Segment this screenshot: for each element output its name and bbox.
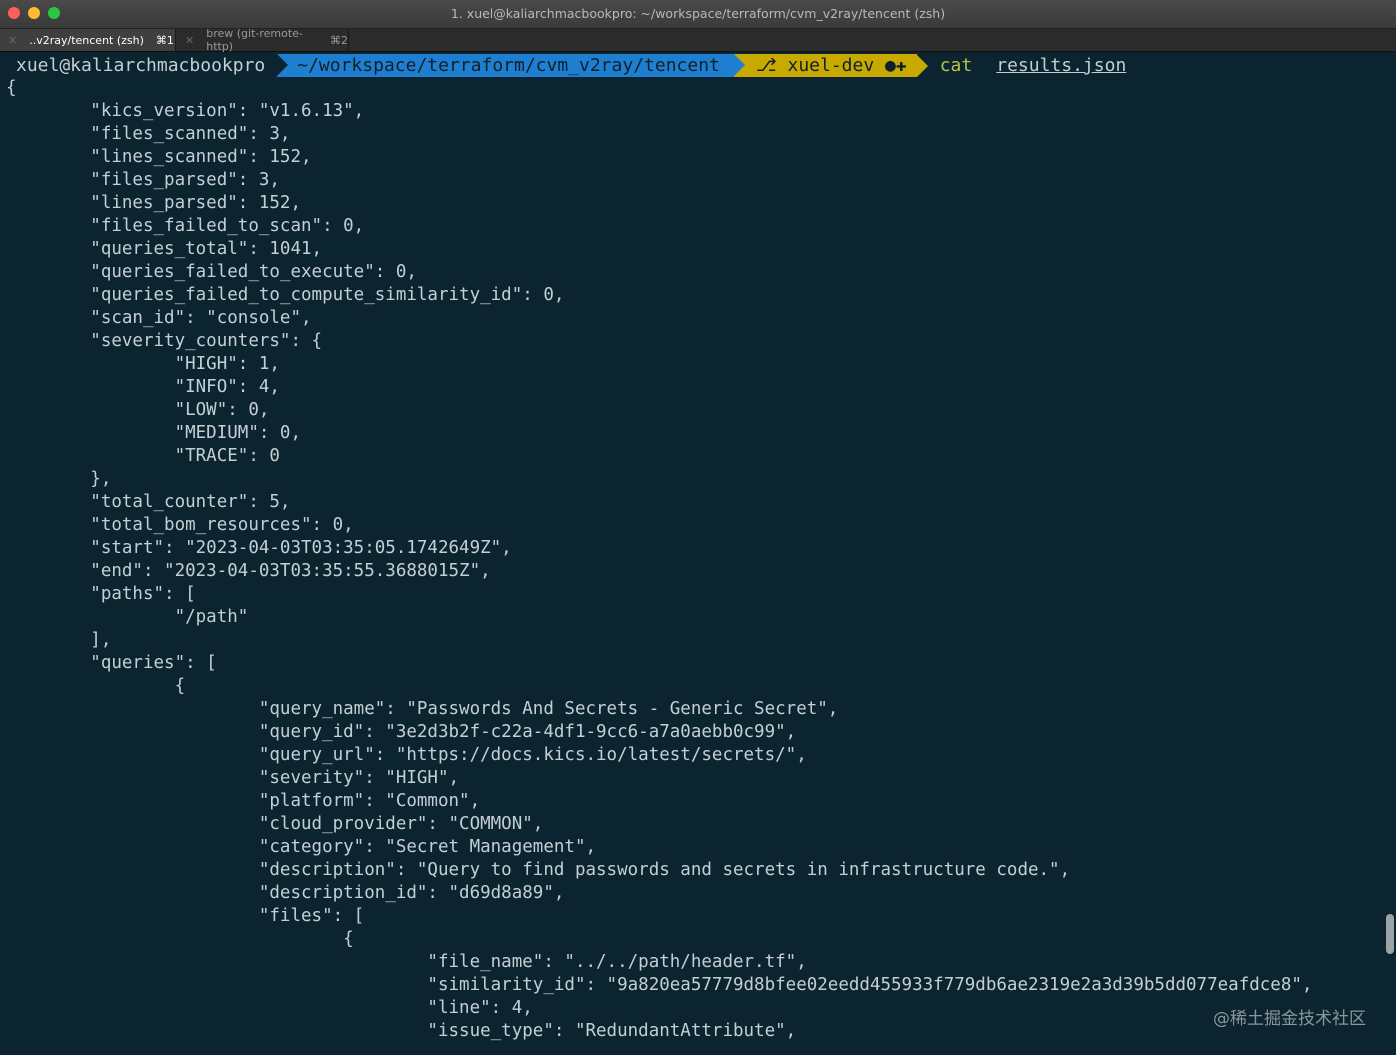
prompt-argument[interactable]: results.json (996, 55, 1126, 76)
output-line: "cloud_provider": "COMMON", (6, 814, 544, 834)
tab-shortcut: ⌘1 (155, 33, 174, 47)
output-line: "file_name": "../../path/header.tf", (6, 952, 807, 972)
shell-prompt: xuel@kaliarchmacbookpro ~/workspace/terr… (0, 54, 1126, 77)
tab-label: ..v2ray/tencent (zsh) (29, 33, 144, 47)
output-line: "platform": "Common", (6, 791, 481, 811)
title-bar: 1. xuel@kaliarchmacbookpro: ~/workspace/… (0, 0, 1396, 29)
output-line: { (6, 676, 186, 696)
output-line: "HIGH": 1, (6, 354, 280, 374)
output-line: ], (6, 630, 112, 650)
output-line: "INFO": 4, (6, 377, 280, 397)
output-line: "files": [ (6, 906, 365, 926)
scrollbar[interactable] (1386, 914, 1394, 954)
output-line: "start": "2023-04-03T03:35:05.1742649Z", (6, 538, 512, 558)
git-status-icon: ●✚ (885, 55, 907, 76)
output-line: "description_id": "d69d8a89", (6, 883, 565, 903)
tab-zsh[interactable]: ✕ ..v2ray/tencent (zsh) ⌘1 (0, 29, 176, 51)
output-line: "files_failed_to_scan": 0, (6, 216, 365, 236)
tab-bar: ✕ ..v2ray/tencent (zsh) ⌘1 ✕ brew (git-r… (0, 27, 1396, 53)
output-line: "line": 4, (6, 998, 533, 1018)
output-line: "queries_failed_to_execute": 0, (6, 262, 417, 282)
prompt-git-branch: xuel-dev (787, 55, 875, 76)
output-line: "files_parsed": 3, (6, 170, 280, 190)
output-line: "files_scanned": 3, (6, 124, 291, 144)
output-line: "TRACE": 0 (6, 446, 280, 466)
output-line: "total_counter": 5, (6, 492, 291, 512)
prompt-user-host: xuel@kaliarchmacbookpro (16, 55, 266, 76)
output-line: "query_name": "Passwords And Secrets - G… (6, 699, 839, 719)
watermark: @稀土掘金技术社区 (1213, 1009, 1366, 1029)
terminal-output[interactable]: { "kics_version": "v1.6.13", "files_scan… (6, 77, 1312, 1043)
output-line: "paths": [ (6, 584, 196, 604)
output-line: "end": "2023-04-03T03:35:55.3688015Z", (6, 561, 491, 581)
tab-close-icon[interactable]: ✕ (185, 34, 194, 47)
output-line: "/path" (6, 607, 249, 627)
tab-brew[interactable]: ✕ brew (git-remote-http) ⌘2 (177, 27, 349, 53)
output-line: "MEDIUM": 0, (6, 423, 302, 443)
prompt-git-segment: ⎇ xuel-dev ●✚ (733, 54, 917, 77)
output-line: "issue_type": "RedundantAttribute", (6, 1021, 797, 1041)
output-line: "queries": [ (6, 653, 217, 673)
output-line: "LOW": 0, (6, 400, 270, 420)
output-line: "description": "Query to find passwords … (6, 860, 1071, 880)
output-line: { (6, 78, 17, 98)
tab-shortcut: ⌘2 (330, 33, 348, 47)
output-line: "queries_failed_to_compute_similarity_id… (6, 285, 565, 305)
output-line: "lines_scanned": 152, (6, 147, 312, 167)
output-line: "kics_version": "v1.6.13", (6, 101, 365, 121)
output-line: "total_bom_resources": 0, (6, 515, 354, 535)
output-line: "lines_parsed": 152, (6, 193, 302, 213)
git-branch-icon: ⎇ (755, 55, 777, 76)
output-line: "scan_id": "console", (6, 308, 312, 328)
output-line: "similarity_id": "9a820ea57779d8bfee02ee… (6, 975, 1313, 995)
output-line: "severity": "HIGH", (6, 768, 460, 788)
output-line: { (6, 929, 354, 949)
output-line: "query_url": "https://docs.kics.io/lates… (6, 745, 807, 765)
output-line: "queries_total": 1041, (6, 239, 323, 259)
output-line: }, (6, 469, 112, 489)
prompt-command: cat (939, 55, 973, 76)
output-line: "severity_counters": { (6, 331, 323, 351)
output-line: "query_id": "3e2d3b2f-c22a-4df1-9cc6-a7a… (6, 722, 797, 742)
prompt-path: ~/workspace/terraform/cvm_v2ray/tencent (277, 54, 734, 77)
window-title: 1. xuel@kaliarchmacbookpro: ~/workspace/… (450, 6, 946, 21)
tab-label: brew (git-remote-http) (206, 27, 303, 53)
prompt-end-arrow (916, 54, 928, 77)
output-line: "category": "Secret Management", (6, 837, 597, 857)
tab-close-icon[interactable]: ✕ (8, 34, 17, 47)
